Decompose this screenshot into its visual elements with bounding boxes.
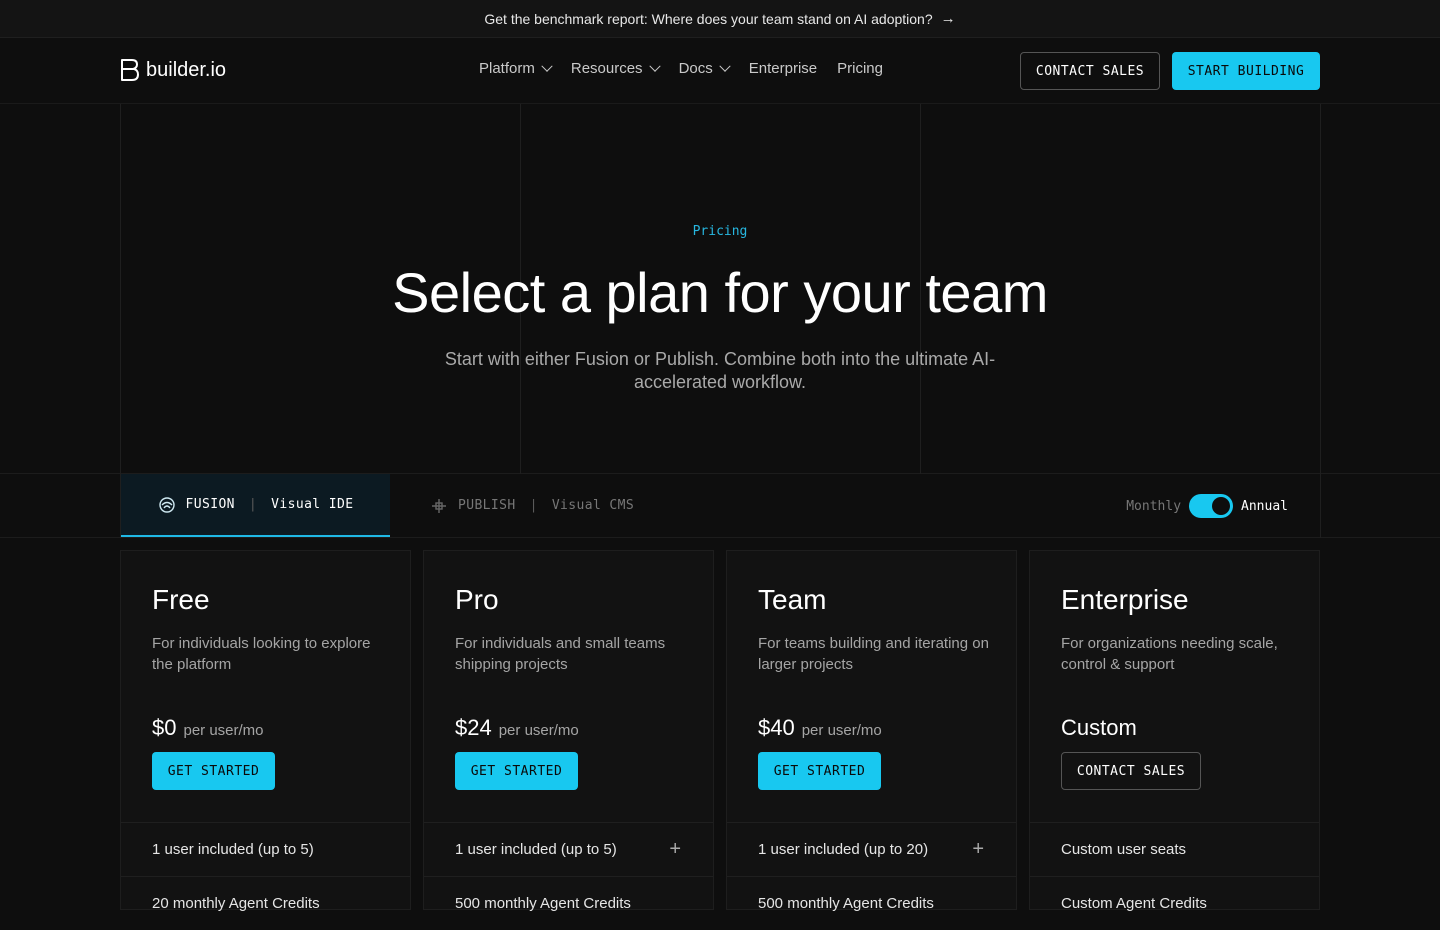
- billing-toggle-group: Monthly Annual: [1126, 494, 1288, 518]
- product-tabs: FUSION | Visual IDE PUBLISH | Visual CMS…: [0, 474, 1440, 538]
- announcement-text[interactable]: Get the benchmark report: Where does you…: [484, 11, 932, 27]
- plan-description: For teams building and iterating on larg…: [758, 635, 989, 673]
- plan-card-pro: Pro For individuals and small teams ship…: [423, 550, 714, 912]
- chevron-down-icon: [648, 60, 661, 72]
- feature-text: Custom user seats: [1061, 841, 1187, 858]
- toggle-knob: [1212, 497, 1231, 515]
- feature-row: 20 monthly Agent Credits: [121, 876, 410, 930]
- tab-publish[interactable]: PUBLISH | Visual CMS: [430, 474, 634, 537]
- price-amount: $24: [455, 715, 492, 740]
- plan-name: Free: [152, 584, 210, 615]
- get-started-button[interactable]: GET STARTED: [455, 752, 578, 790]
- feature-row: Custom user seats: [1030, 822, 1319, 876]
- price-amount: $40: [758, 715, 795, 740]
- feature-text: 1 user included (up to 5): [455, 841, 617, 858]
- logo-text: builder.io: [146, 58, 227, 81]
- tab-separator: |: [529, 498, 538, 513]
- nav-docs[interactable]: Docs: [678, 60, 731, 77]
- plus-icon[interactable]: +: [972, 838, 984, 861]
- tab-fusion-desc: Visual IDE: [271, 497, 354, 512]
- grid-line: [1320, 474, 1321, 538]
- site-header: builder.io Platform Resources Docs Enter…: [0, 38, 1440, 104]
- get-started-button[interactable]: GET STARTED: [152, 752, 275, 790]
- feature-text: 1 user included (up to 5): [152, 841, 314, 858]
- price-amount: $0: [152, 715, 177, 740]
- price-unit: per user/mo: [498, 722, 579, 739]
- feature-text: 500 monthly Agent Credits: [455, 895, 631, 912]
- plan-card-enterprise: Enterprise For organizations needing sca…: [1029, 550, 1320, 912]
- fusion-icon: [158, 496, 175, 513]
- plan-card-team: Team For teams building and iterating on…: [726, 550, 1017, 912]
- publish-icon: [432, 498, 446, 513]
- logo[interactable]: builder.io: [120, 58, 226, 82]
- plan-price: Custom: [1061, 715, 1137, 741]
- plan-price: $24 per user/mo: [455, 715, 579, 741]
- feature-row: Custom Agent Credits: [1030, 876, 1319, 930]
- nav-label: Docs: [678, 60, 713, 77]
- page-title: Select a plan for your team: [392, 261, 1048, 324]
- nav-label: Resources: [570, 60, 643, 77]
- plan-description: For organizations needing scale, control…: [1061, 635, 1278, 673]
- nav-pricing[interactable]: Pricing: [837, 60, 883, 77]
- chevron-down-icon: [541, 60, 553, 72]
- builder-logo-icon: [121, 59, 139, 81]
- plan-name: Enterprise: [1061, 584, 1189, 615]
- tab-separator: |: [248, 497, 258, 512]
- pricing-eyebrow: Pricing: [692, 224, 748, 239]
- feature-row[interactable]: 1 user included (up to 20) +: [727, 822, 1016, 876]
- feature-row[interactable]: 1 user included (up to 5) +: [424, 822, 713, 876]
- feature-row: 1 user included (up to 5): [121, 822, 410, 876]
- plan-price: $0 per user/mo: [152, 715, 264, 741]
- get-started-button[interactable]: GET STARTED: [758, 752, 881, 790]
- plan-description: For individuals looking to explore the p…: [152, 635, 371, 673]
- nav-label: Platform: [479, 60, 535, 77]
- billing-monthly-label[interactable]: Monthly: [1126, 499, 1181, 514]
- plan-card-free: Free For individuals looking to explore …: [120, 550, 411, 912]
- plus-icon[interactable]: +: [669, 838, 681, 861]
- feature-row: 500 monthly Agent Credits: [727, 876, 1016, 930]
- billing-toggle[interactable]: [1189, 494, 1234, 518]
- feature-text: Custom Agent Credits: [1061, 895, 1207, 912]
- plan-price: $40 per user/mo: [758, 715, 882, 741]
- main-nav: Platform Resources Docs Enterprise Prici…: [479, 60, 883, 77]
- pricing-hero: Pricing Select a plan for your team Star…: [0, 104, 1440, 474]
- contact-sales-button[interactable]: CONTACT SALES: [1061, 752, 1201, 790]
- plan-cards: Free For individuals looking to explore …: [120, 550, 1320, 912]
- feature-text: 500 monthly Agent Credits: [758, 895, 934, 912]
- chevron-down-icon: [719, 60, 731, 72]
- nav-label: Pricing: [837, 60, 883, 77]
- plan-name: Pro: [455, 584, 499, 615]
- nav-platform[interactable]: Platform: [479, 60, 553, 77]
- feature-row: 500 monthly Agent Credits: [424, 876, 713, 930]
- price-unit: per user/mo: [183, 722, 264, 739]
- start-building-button[interactable]: START BUILDING: [1172, 52, 1320, 90]
- arrow-right-icon[interactable]: →: [941, 10, 956, 27]
- nav-label: Enterprise: [748, 60, 818, 77]
- price-amount: Custom: [1061, 715, 1137, 740]
- plan-name: Team: [758, 584, 827, 615]
- tab-publish-desc: Visual CMS: [551, 498, 635, 513]
- page-subtitle: Start with either Fusion or Publish. Com…: [444, 349, 996, 392]
- nav-resources[interactable]: Resources: [570, 60, 661, 77]
- contact-sales-button[interactable]: CONTACT SALES: [1020, 52, 1160, 90]
- announcement-bar[interactable]: Get the benchmark report: Where does you…: [0, 0, 1440, 38]
- tab-fusion-name: FUSION: [185, 497, 235, 512]
- tab-fusion[interactable]: FUSION | Visual IDE: [121, 474, 390, 537]
- price-unit: per user/mo: [801, 722, 882, 739]
- tab-publish-name: PUBLISH: [458, 498, 516, 513]
- feature-text: 1 user included (up to 20): [758, 841, 929, 858]
- nav-enterprise[interactable]: Enterprise: [749, 60, 817, 77]
- billing-annual-label[interactable]: Annual: [1241, 499, 1288, 514]
- feature-text: 20 monthly Agent Credits: [152, 895, 320, 912]
- plan-description: For individuals and small teams shipping…: [455, 635, 666, 673]
